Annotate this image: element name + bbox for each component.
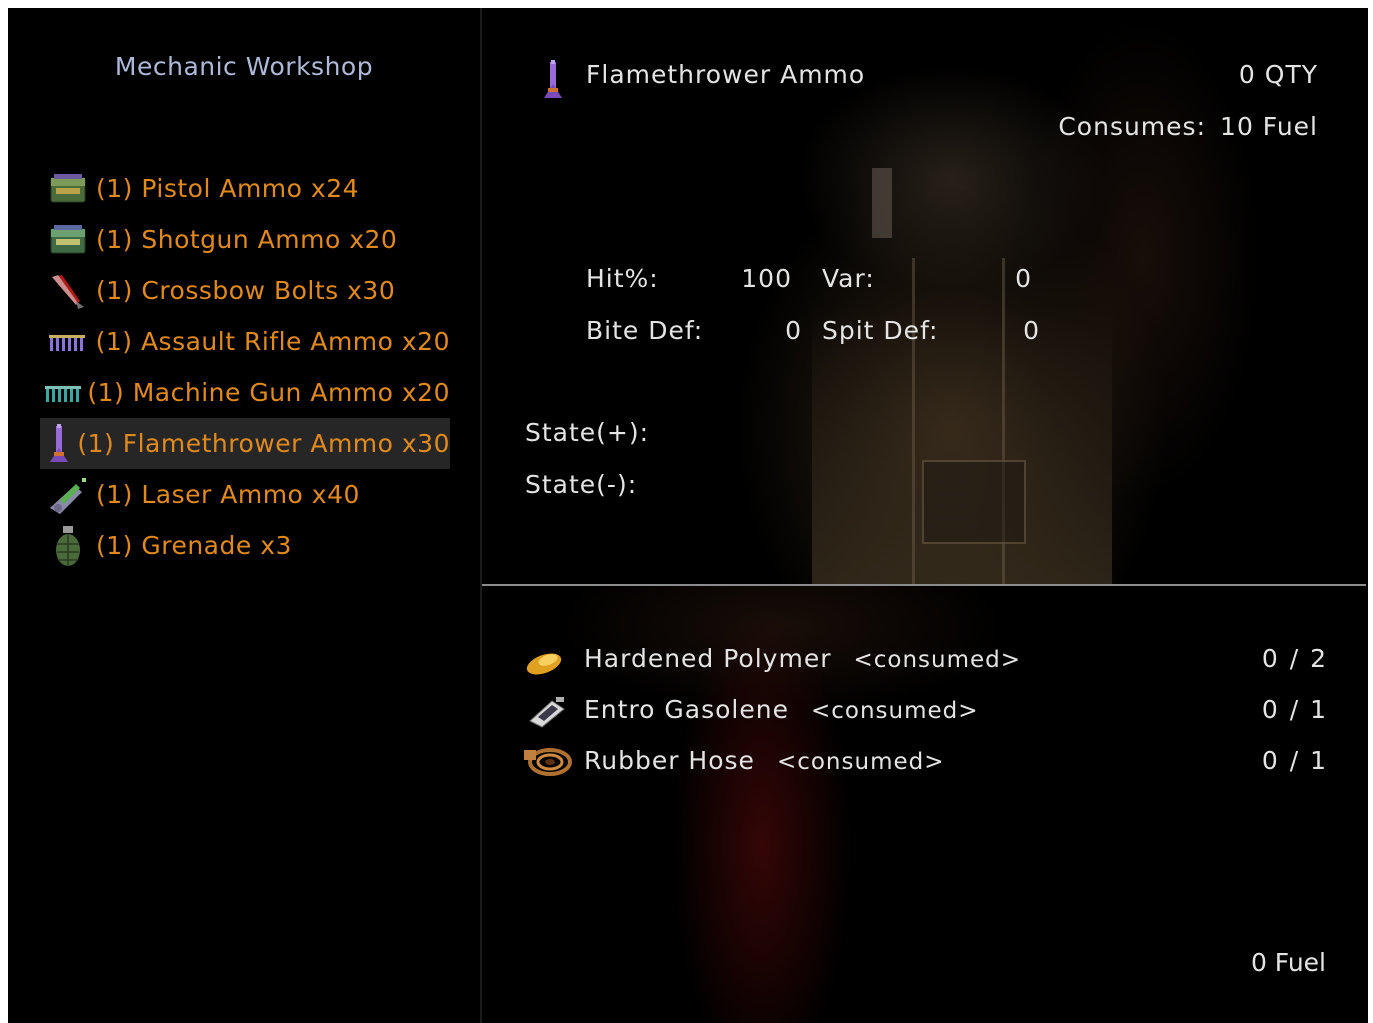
hit-value: 100 (741, 264, 792, 293)
var-label: Var: (822, 264, 875, 293)
material-name: Hardened Polymer <consumed> (584, 644, 1022, 673)
bite-def-label: Bite Def: (586, 316, 704, 345)
recipe-item-machine-gun-ammo[interactable]: (1) Machine Gun Ammo x20 (40, 367, 450, 418)
bite-def-value: 0 (785, 316, 802, 345)
ammo-box-icon (40, 163, 96, 214)
grenade-icon (40, 520, 96, 571)
hose-icon (522, 742, 572, 782)
flame-canister-icon (538, 58, 568, 106)
bullets-icon (40, 367, 87, 418)
recipe-label: (1) Grenade x3 (96, 531, 292, 560)
recipe-item-grenade[interactable]: (1) Grenade x3 (40, 520, 450, 571)
item-detail-panel: Flamethrower Ammo 0 QTY Consumes: 10 Fue… (482, 8, 1368, 584)
background-scene (922, 460, 1026, 544)
recipe-panel: Mechanic Workshop (1) Pistol Ammo x24 (1… (8, 8, 482, 1023)
laser-gun-icon (40, 469, 96, 520)
consumed-tag: <consumed> (853, 647, 1022, 673)
flame-canister-icon (40, 418, 77, 469)
consumed-tag: <consumed> (776, 749, 945, 775)
recipe-item-laser-ammo[interactable]: (1) Laser Ammo x40 (40, 469, 450, 520)
recipe-label: (1) Flamethrower Ammo x30 (77, 429, 450, 458)
consumed-tag: <consumed> (810, 698, 979, 724)
material-row-hardened-polymer: Hardened Polymer <consumed> 0 / 2 (522, 638, 1328, 686)
item-name: Flamethrower Ammo (586, 60, 866, 89)
background-scene (872, 168, 892, 238)
recipe-item-crossbow-bolts[interactable]: (1) Crossbow Bolts x30 (40, 265, 450, 316)
state-minus-label: State(-): (525, 470, 638, 499)
material-count: 0 / 1 (1261, 746, 1328, 775)
recipe-label: (1) Crossbow Bolts x30 (96, 276, 396, 305)
recipe-list: (1) Pistol Ammo x24 (1) Shotgun Ammo x20 (40, 163, 450, 571)
consumes-value: 10 Fuel (1220, 112, 1318, 141)
materials-panel: Hardened Polymer <consumed> 0 / 2 Entro G… (482, 586, 1368, 1023)
recipe-label: (1) Assault Rifle Ammo x20 (95, 327, 450, 356)
state-plus-label: State(+): (525, 418, 650, 447)
material-count: 0 / 1 (1261, 695, 1328, 724)
recipe-item-flamethrower-ammo[interactable]: (1) Flamethrower Ammo x30 (40, 418, 450, 469)
recipe-label: (1) Shotgun Ammo x20 (96, 225, 398, 254)
item-quantity: 0 QTY (1238, 60, 1318, 89)
consumes-label: Consumes: (1058, 112, 1206, 141)
gasoline-can-icon (522, 691, 572, 731)
material-name: Rubber Hose <consumed> (584, 746, 945, 775)
material-count: 0 / 2 (1261, 644, 1328, 673)
recipe-label: (1) Machine Gun Ammo x20 (87, 378, 450, 407)
recipe-item-assault-rifle-ammo[interactable]: (1) Assault Rifle Ammo x20 (40, 316, 450, 367)
recipe-item-pistol-ammo[interactable]: (1) Pistol Ammo x24 (40, 163, 450, 214)
spit-def-value: 0 (1023, 316, 1040, 345)
fuel-total: 0 Fuel (1250, 948, 1326, 977)
bullets-icon (40, 316, 96, 367)
recipe-label: (1) Laser Ammo x40 (96, 480, 360, 509)
spit-def-label: Spit Def: (822, 316, 939, 345)
material-row-entro-gasolene: Entro Gasolene <consumed> 0 / 1 (522, 689, 1328, 737)
workshop-title: Mechanic Workshop (114, 52, 374, 81)
recipe-label: (1) Pistol Ammo x24 (96, 174, 360, 203)
polymer-icon (522, 640, 572, 680)
ammo-box-icon (40, 214, 96, 265)
material-name: Entro Gasolene <consumed> (584, 695, 979, 724)
material-row-rubber-hose: Rubber Hose <consumed> 0 / 1 (522, 740, 1328, 788)
recipe-item-shotgun-ammo[interactable]: (1) Shotgun Ammo x20 (40, 214, 450, 265)
workshop-window: Mechanic Workshop (1) Pistol Ammo x24 (1… (8, 8, 1368, 1023)
var-value: 0 (1015, 264, 1032, 293)
bolt-icon (40, 265, 96, 316)
background-scene (912, 258, 915, 584)
hit-label: Hit%: (586, 264, 659, 293)
